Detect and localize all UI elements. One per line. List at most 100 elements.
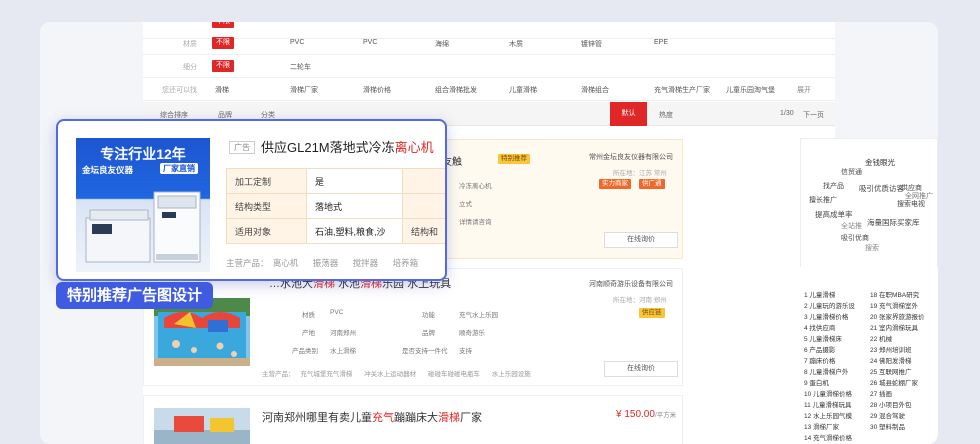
ranking-item[interactable]: 24 佛阳发滑梯 [870,355,912,365]
filter-option[interactable]: 二轮车 [290,62,311,72]
related-search-link[interactable]: 滑梯厂家 [290,85,318,95]
filter-option[interactable]: PVC [290,39,304,46]
ranking-item[interactable]: 29 混合驾驶 [870,410,905,420]
ranking-item[interactable]: 5 儿童滑梯床 [804,333,842,343]
ad-main-products: 主营产品： 离心机 振荡器 搅拌器 培养箱 [226,258,419,268]
sort-popular[interactable]: 热度 [659,110,673,120]
filter-row-related: 您还可以找 滑梯 滑梯厂家 滑梯价格 组合滑梯批发 儿童滑梯 滑梯组合 充气滑梯… [143,78,835,101]
cloud-keyword[interactable]: 吸引优质访客 [859,183,904,194]
sort-default-selected[interactable]: 默认 [610,102,647,126]
main-product-link[interactable]: 振荡器 [313,258,339,268]
ranking-item[interactable]: 10 儿童滑梯价格 [804,388,852,398]
related-search-link[interactable]: 滑梯价格 [363,85,391,95]
ranking-item[interactable]: 14 充气滑梯价格 [804,432,852,442]
main-product-link[interactable]: 搅拌器 [353,258,379,268]
ranking-item[interactable]: 11 儿童滑梯玩具 [804,399,852,409]
cloud-keyword[interactable]: 全站推 [841,221,862,231]
attr-value: 详情请咨询 [459,219,492,226]
related-search-link[interactable]: 儿童滑梯 [509,85,537,95]
ranking-item[interactable]: 26 城县蛇棚厂家 [870,377,918,387]
ranking-item[interactable]: 23 郑州培训班 [870,344,912,354]
attr-value: 冷冻离心机 [459,183,492,190]
filter-option[interactable]: 海绵 [435,39,449,49]
ranking-item[interactable]: 13 滑梯厂家 [804,421,839,431]
company-name[interactable]: 常州金坛良友仪器有限公司 [589,152,673,162]
filter-row-material: 材质 不限 PVC PVC 海绵 木质 镀锌管 EPE [143,32,835,55]
filter-option[interactable]: EPE [654,39,668,46]
cloud-keyword[interactable]: 全网推广 [905,191,933,201]
featured-ad-card[interactable]: 专注行业12年 金坛良友仪器 厂家直销 广告 供应GL21M落地式冷冻离心机 加… [56,119,447,281]
design-caption: 特别推荐广告图设计 [56,282,214,309]
spec-value: 落地式 [306,193,403,219]
ranking-item[interactable]: 4 找供应商 [804,322,835,332]
page-indicator: 1/30 [780,110,794,117]
filter-tag-unlimited[interactable]: 不限 [212,60,234,72]
related-search-link[interactable]: 充气滑梯生产厂家 [654,85,710,95]
ranking-item[interactable]: 21 室内滑梯玩具 [870,322,918,332]
ranking-item[interactable]: 30 塑料制品 [870,421,905,431]
filter-option[interactable]: PVC [363,39,377,46]
next-page-link[interactable]: 下一页 [803,110,824,120]
attr-key: 是否支持一件代 [402,348,448,355]
spec-value: 石油,塑料,粮食,沙 [306,218,403,244]
ranking-item[interactable]: 1 儿童滑梯 [804,289,835,299]
ad-product-image[interactable]: 专注行业12年 金坛良友仪器 厂家直销 [76,138,210,272]
related-search-link[interactable]: 滑梯组合 [581,85,609,95]
related-search-link[interactable]: 儿童乐园淘气堡 [726,85,775,95]
related-search-link[interactable]: 滑梯 [215,85,229,95]
merchant-badge: 实力商家 [599,179,631,189]
cloud-keyword[interactable]: 搜索 [865,243,879,253]
ranking-item[interactable]: 18 在职MBA研究 [870,289,919,299]
spec-key: 加工定制 [226,168,307,194]
ad-title[interactable]: 供应GL21M落地式冷冻离心机 [261,137,434,156]
listing-card-2[interactable]: …水池大滑梯 水池滑梯乐园 水上玩具 河南顺奇游乐设备有限公司 所在地：河南 郑… [143,268,683,386]
attr-key: 产品类别 [292,348,318,355]
cloud-keyword[interactable]: 吸引优商 [841,233,869,243]
ad-label: 广告 [229,141,255,154]
inquiry-button[interactable]: 在线询价 [604,361,678,377]
filter-tag-unlimited[interactable]: 不限 [212,37,234,49]
listing-title[interactable]: 河南郑州哪里有卖儿童充气蹦蹦床大滑梯厂家 [262,409,482,425]
filter-option[interactable]: 镀锌管 [581,39,602,49]
ranking-item[interactable]: 28 小项目外包 [870,399,912,409]
cloud-keyword[interactable]: 找产品 [823,181,844,191]
ranking-item[interactable]: 6 产品摄影 [804,344,835,354]
supply-badge: 供应链 [639,308,665,318]
filter-tag-unlimited[interactable]: 不限 [212,22,234,28]
cloud-keyword[interactable]: 金钱眼光 [865,157,895,168]
ranking-item[interactable]: 12 水上乐园气模 [804,410,852,420]
ranking-item[interactable]: 8 儿童滑梯户外 [804,366,848,376]
main-product-link[interactable]: 离心机 [273,258,299,268]
filter-option[interactable]: 木质 [509,39,523,49]
listing-card-3[interactable]: 河南郑州哪里有卖儿童充气蹦蹦床大滑梯厂家 ¥ 150.00/平方米 [143,395,683,444]
promo-keyword-cloud: 信贸通 金钱眼光 找产品 供应商 搜索电视 吸引优质访客 擅长推广 全网推广 提… [800,138,938,272]
cloud-keyword[interactable]: 擅长推广 [809,195,837,205]
related-search-link[interactable]: 组合滑梯批发 [435,85,477,95]
ranking-item[interactable]: 3 儿童滑梯价格 [804,311,848,321]
centrifuge-illustration [85,191,201,263]
ranking-item[interactable]: 20 张家界旅游报价 [870,311,925,321]
company-location: 所在地：江苏 常州 [613,170,667,177]
spec-key: 结构和 [402,218,445,244]
inquiry-button[interactable]: 在线询价 [604,232,678,248]
filter-label: 材质 [183,41,197,48]
main-product-link[interactable]: 培养箱 [393,258,419,268]
ranking-item[interactable]: 2 儿童玩的游乐设 [804,300,855,310]
ranking-item[interactable]: 25 互联网推广 [870,366,912,376]
cloud-keyword[interactable]: 提高成单率 [815,209,853,220]
cloud-keyword[interactable]: 信贸通 [841,167,862,177]
main-products: 主营产品： 充气城堡充气滑梯 冲关水上运动器材 碰碰车碰碰电瓶车 水上乐园设施 [262,371,531,378]
company-location: 所在地：河南 郑州 [613,297,667,304]
filter-row-subtype: 细分 不限 二轮车 [143,55,835,78]
attr-key: 产地 [302,330,315,337]
ranking-item[interactable]: 9 蛋白机 [804,377,829,387]
playground-thumbnail[interactable] [154,408,250,444]
cloud-keyword[interactable]: 海量国际买家库 [867,217,920,228]
attr-key: 功能 [422,312,435,319]
ranking-item[interactable]: 27 插画 [870,388,892,398]
company-name[interactable]: 河南顺奇游乐设备有限公司 [589,279,673,289]
ranking-item[interactable]: 7 蹦床价格 [804,355,835,365]
ranking-item[interactable]: 22 机械 [870,333,892,343]
expand-link[interactable]: 展开 [797,85,811,95]
ranking-item[interactable]: 19 充气滑梯室外 [870,300,918,310]
